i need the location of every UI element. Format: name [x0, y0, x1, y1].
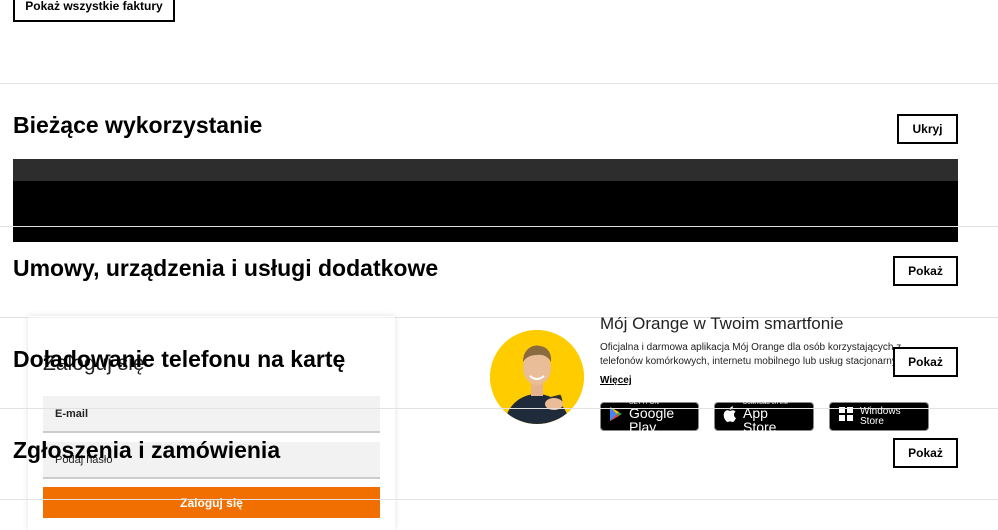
section-title-current-usage: Bieżące wykorzystanie [13, 112, 263, 138]
divider [0, 226, 998, 227]
show-requests-button[interactable]: Pokaż [893, 438, 958, 468]
email-field[interactable] [43, 396, 380, 433]
divider [0, 83, 998, 84]
section-title-topup: Doładowanie telefonu na kartę [13, 346, 346, 372]
promo-description: Oficjalna i darmowa aplikacja Mój Orange… [600, 342, 908, 367]
badge-big-text: Store [860, 415, 884, 427]
divider [0, 408, 998, 409]
apple-icon [723, 406, 737, 427]
hide-usage-button[interactable]: Ukryj [897, 114, 958, 144]
login-button[interactable]: Zaloguj się [43, 487, 380, 518]
promo-more-link[interactable]: Więcej [600, 375, 632, 386]
badge-big-text: App Store [743, 404, 777, 435]
badge-big-text: Google Play [629, 404, 675, 435]
google-play-icon [609, 406, 623, 427]
section-title-requests: Zgłoszenia i zamówienia [13, 437, 281, 463]
usage-bar [13, 181, 958, 242]
windows-icon [838, 406, 854, 427]
person-illustration [490, 330, 584, 424]
show-topup-button[interactable]: Pokaż [893, 347, 958, 377]
divider [0, 499, 998, 500]
usage-bar-header [13, 159, 958, 182]
promo-title: Mój Orange w Twoim smartfonie [600, 314, 844, 333]
google-play-badge[interactable]: GET IT ON Google Play [600, 400, 699, 435]
show-contracts-button[interactable]: Pokaż [893, 256, 958, 286]
windows-store-badge[interactable]: Windows Store [829, 402, 929, 431]
section-title-contracts: Umowy, urządzenia i usługi dodatkowe [13, 255, 439, 281]
app-store-badge[interactable]: Download on the App Store [714, 400, 814, 435]
promo-avatar [490, 330, 584, 424]
show-all-invoices-button[interactable]: Pokaż wszystkie faktury [13, 0, 175, 22]
